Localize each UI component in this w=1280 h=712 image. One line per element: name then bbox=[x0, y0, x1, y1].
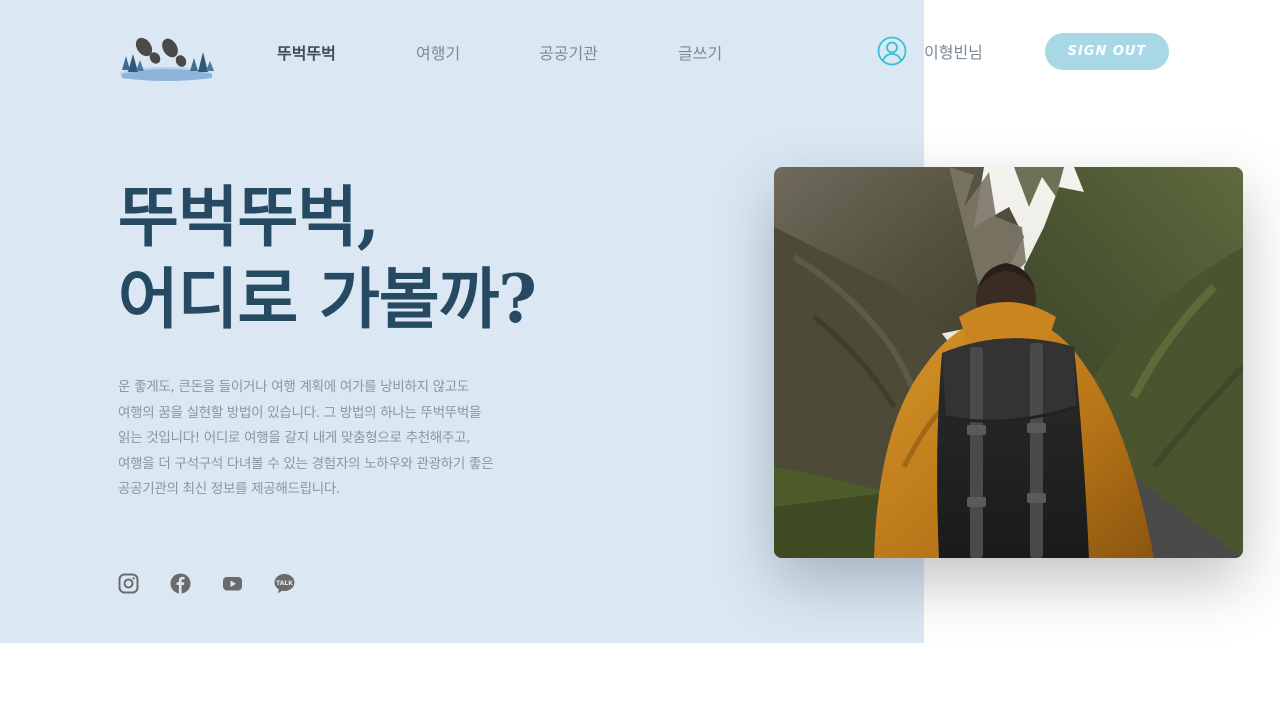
hiker-with-backpack-photo bbox=[774, 167, 1243, 558]
sign-out-button[interactable]: SIGN OUT bbox=[1045, 33, 1169, 70]
hero-description: 운 좋게도, 큰돈을 들이거나 여행 계획에 여가를 낭비하지 않고도 여행의 … bbox=[118, 379, 494, 497]
hero-title: 뚜벅뚜벅, 어디로 가볼까? bbox=[118, 176, 537, 340]
hero-title-line2: 어디로 가볼까? bbox=[118, 260, 537, 338]
nav-item-travelogue[interactable]: 여행기 bbox=[416, 40, 460, 64]
nav-item-write[interactable]: 글쓰기 bbox=[678, 40, 722, 64]
kakaotalk-bubble-icon: TALK bbox=[274, 574, 295, 594]
nav-item-public-institutions[interactable]: 공공기관 bbox=[539, 40, 598, 64]
hero-title-line1: 뚜벅뚜벅, bbox=[118, 178, 380, 256]
nav-item-home[interactable]: 뚜벅뚜벅 bbox=[277, 40, 336, 64]
footprints-logo-icon bbox=[120, 37, 214, 81]
site-logo[interactable] bbox=[116, 34, 216, 84]
hero-photo bbox=[774, 167, 1243, 558]
instagram-icon[interactable] bbox=[118, 573, 139, 594]
user-name: 이형빈님 bbox=[924, 43, 983, 62]
kakaotalk-label: TALK bbox=[276, 580, 293, 587]
user-icon bbox=[877, 36, 907, 66]
user-profile[interactable]: 이형빈님 bbox=[877, 36, 983, 66]
youtube-icon[interactable] bbox=[222, 573, 243, 594]
facebook-icon[interactable] bbox=[170, 573, 191, 594]
kakaotalk-icon[interactable]: TALK bbox=[274, 573, 295, 594]
